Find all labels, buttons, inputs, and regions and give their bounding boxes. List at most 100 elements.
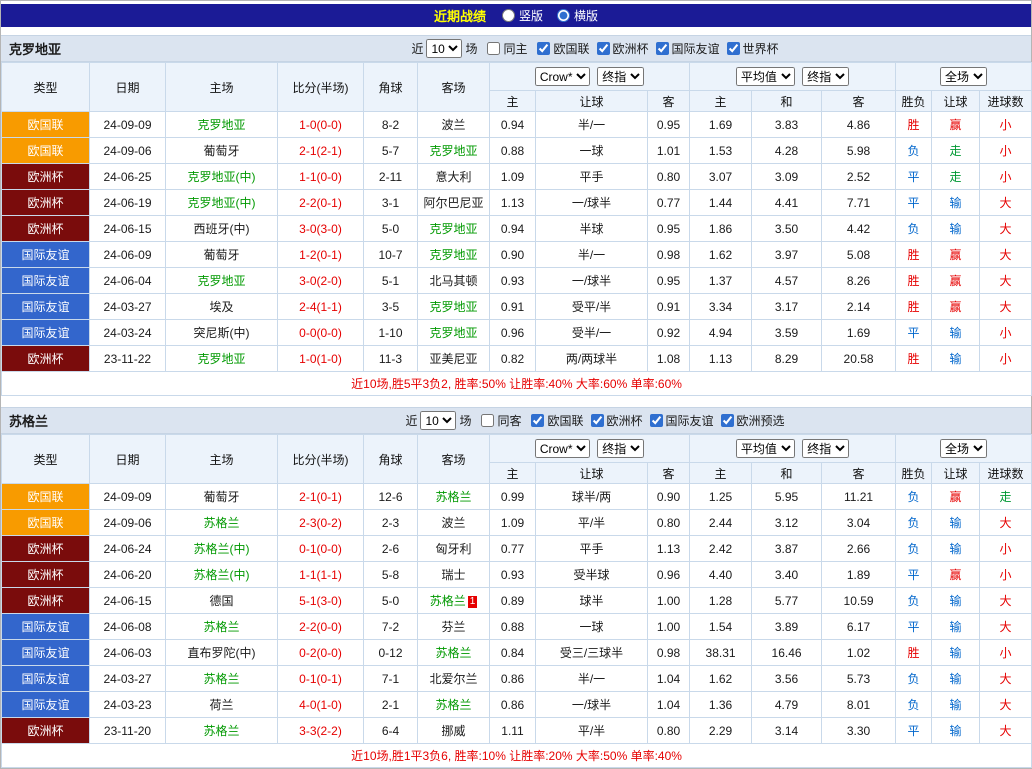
recent-count-select[interactable]: 10 <box>426 39 463 58</box>
same-venue-checkbox-label[interactable]: 同客 <box>479 412 521 429</box>
cell-goals: 大 <box>979 267 1032 294</box>
cell-type: 国际友谊 <box>1 613 90 640</box>
cell-handicap_result: 赢 <box>931 267 981 294</box>
cell-score: 0-2(0-0) <box>277 639 364 666</box>
cell-result: 负 <box>895 483 933 510</box>
cell-crow_away: 1.08 <box>646 345 691 372</box>
cell-home: 克罗地亚 <box>165 111 278 138</box>
competition-checkbox-label[interactable]: 欧洲杯 <box>595 40 649 57</box>
cell-crow_away: 0.80 <box>646 509 691 536</box>
same-venue-checkbox[interactable] <box>487 42 501 55</box>
cell-crow_away: 1.04 <box>646 691 691 718</box>
cell-handicap_result: 赢 <box>931 561 981 588</box>
competition-checkbox[interactable] <box>531 413 545 427</box>
cell-score: 2-1(0-1) <box>277 483 364 510</box>
subheader-handicap-result: 让球 <box>931 90 981 112</box>
odds-group-header: Crow* 终指 <box>488 62 691 91</box>
cell-avg_away: 2.14 <box>821 293 897 320</box>
avg-stage-select[interactable]: 终指 <box>802 67 850 86</box>
cell-avg_draw: 3.12 <box>751 509 823 536</box>
competition-checkbox-label[interactable]: 国际友谊 <box>648 412 714 429</box>
cell-home: 西班牙(中) <box>165 215 278 242</box>
cell-avg_away: 2.52 <box>821 163 897 190</box>
subheader-goals: 进球数 <box>979 462 1032 484</box>
scope-select[interactable]: 全场 <box>940 439 988 458</box>
same-venue-checkbox[interactable] <box>481 414 495 427</box>
competition-checkbox[interactable] <box>649 413 663 427</box>
cell-crow_handicap: 平手 <box>535 535 648 562</box>
layout-radio[interactable] <box>557 9 570 22</box>
layout-option-2[interactable]: 横版 <box>555 7 598 24</box>
competition-checkbox[interactable] <box>590 413 604 427</box>
cell-type: 欧洲杯 <box>1 345 90 372</box>
cell-date: 24-06-15 <box>89 587 166 614</box>
layout-radio[interactable] <box>501 9 515 22</box>
competition-checkbox[interactable] <box>537 41 551 55</box>
match-row: 欧国联 24-09-09 克罗地亚 1-0(0-0) 8-2 波兰 0.94 半/一 0.95 1… <box>1 111 1032 138</box>
competition-checkbox[interactable] <box>720 413 734 427</box>
cell-avg_home: 1.53 <box>689 137 753 164</box>
cell-handicap_result: 输 <box>931 509 981 536</box>
competition-checkbox-label[interactable]: 欧洲杯 <box>589 412 643 429</box>
odds-stage-select[interactable]: 终指 <box>597 439 645 458</box>
cell-score: 2-4(1-1) <box>277 293 364 320</box>
avg-stage-select[interactable]: 终指 <box>802 439 850 458</box>
average-group-header: 平均值 终指 <box>689 434 897 463</box>
cell-type: 国际友谊 <box>1 241 90 268</box>
cell-score: 0-1(0-0) <box>277 535 364 562</box>
cell-crow_home: 1.13 <box>489 189 536 216</box>
col-header-score: 比分(半场) <box>277 62 364 112</box>
same-venue-checkbox-label[interactable]: 同主 <box>485 40 527 57</box>
cell-goals: 小 <box>979 137 1032 164</box>
cell-score: 2-1(2-1) <box>277 137 364 164</box>
cell-goals: 大 <box>979 665 1032 692</box>
cell-home: 苏格兰 <box>165 509 278 536</box>
cell-home: 苏格兰 <box>165 613 278 640</box>
cell-avg_home: 1.36 <box>689 691 753 718</box>
competition-checkbox-label[interactable]: 国际友谊 <box>654 40 720 57</box>
cell-avg_draw: 3.97 <box>751 241 823 268</box>
cell-date: 24-09-06 <box>89 137 166 164</box>
subheader-odds-handicap: 让球 <box>535 90 648 112</box>
competition-checkbox-label[interactable]: 欧国联 <box>535 40 590 57</box>
scope-group-header: 全场 <box>895 434 1032 463</box>
cell-avg_away: 7.71 <box>821 189 897 216</box>
avg-source-select[interactable]: 平均值 <box>735 67 795 86</box>
col-header-away: 客场 <box>417 62 490 112</box>
competition-checkbox[interactable] <box>726 41 740 55</box>
cell-score: 4-0(1-0) <box>277 691 364 718</box>
cell-type: 欧洲杯 <box>1 535 90 562</box>
cell-corners: 7-2 <box>363 613 418 640</box>
competition-checkbox[interactable] <box>596 41 610 55</box>
avg-source-select[interactable]: 平均值 <box>735 439 795 458</box>
scope-select[interactable]: 全场 <box>940 67 988 86</box>
layout-option-1[interactable]: 竖版 <box>500 7 543 24</box>
col-header-home: 主场 <box>165 62 278 112</box>
recent-count-select[interactable]: 10 <box>420 411 457 430</box>
matches-table: 类型 日期 主场 比分(半场) 角球 客场 Crow* 终指 平均值 终指 全场… <box>0 434 1032 768</box>
cell-goals: 小 <box>979 535 1032 562</box>
cell-date: 24-06-09 <box>89 241 166 268</box>
odds-source-select[interactable]: Crow* <box>534 67 590 86</box>
cell-avg_home: 1.86 <box>689 215 753 242</box>
odds-source-select[interactable]: Crow* <box>534 439 590 458</box>
competition-checkbox[interactable] <box>655 41 669 55</box>
cell-crow_handicap: 半/一 <box>535 111 648 138</box>
competition-checkbox-label[interactable]: 欧洲预选 <box>719 412 785 429</box>
cell-avg_home: 1.62 <box>689 665 753 692</box>
competition-checkbox-label[interactable]: 欧国联 <box>529 412 584 429</box>
cell-avg_draw: 3.83 <box>751 111 823 138</box>
cell-avg_home: 38.31 <box>689 639 753 666</box>
cell-crow_handicap: 两/两球半 <box>535 345 648 372</box>
competition-checkbox-label[interactable]: 世界杯 <box>725 40 779 57</box>
cell-avg_draw: 3.09 <box>751 163 823 190</box>
cell-type: 欧洲杯 <box>1 189 90 216</box>
cell-result: 胜 <box>895 111 933 138</box>
cell-crow_handicap: 一/球半 <box>535 189 648 216</box>
cell-crow_away: 0.77 <box>646 189 691 216</box>
odds-stage-select[interactable]: 终指 <box>597 67 645 86</box>
cell-corners: 12-6 <box>363 483 418 510</box>
cell-avg_draw: 3.50 <box>751 215 823 242</box>
cell-crow_away: 1.04 <box>646 665 691 692</box>
